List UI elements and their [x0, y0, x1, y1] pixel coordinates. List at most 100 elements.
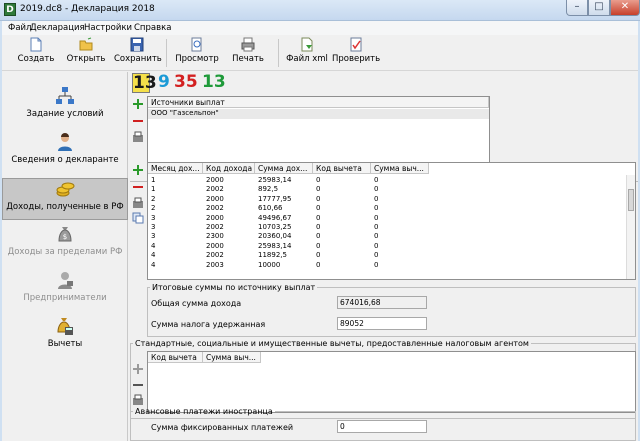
table-cell: 2002	[206, 223, 224, 231]
check-button[interactable]: Проверить	[332, 37, 380, 69]
add-income-icon[interactable]	[132, 164, 144, 176]
table-row[interactable]: 4 2002 11892,5 0 0	[148, 251, 624, 260]
copy-income-icon[interactable]	[132, 212, 144, 224]
conditions-tree-icon	[56, 87, 74, 104]
table-row[interactable]: 4 2000 25983,14 0 0	[148, 242, 624, 251]
open-button[interactable]: Открыть	[66, 37, 106, 69]
table-row[interactable]: 3 2002 10703,25 0 0	[148, 223, 624, 232]
sidebar-item-label: Доходы за пределами РФ	[7, 247, 123, 257]
add-deduction-icon[interactable]	[132, 363, 144, 375]
sidebar-item-entrepreneurs[interactable]: Предприниматели	[2, 270, 128, 312]
fixed-payments-field[interactable]: 0	[337, 420, 427, 433]
preview-button-label: Просмотр	[175, 54, 219, 64]
rate-tab-13[interactable]: 13	[132, 73, 157, 93]
add-source-icon[interactable]	[132, 98, 144, 110]
open-button-label: Открыть	[66, 54, 106, 64]
entrepreneur-icon	[58, 272, 73, 289]
table-row[interactable]: 1 2000 25983,14 0 0	[148, 176, 624, 185]
table-row[interactable]: 1 2002 892,5 0 0	[148, 185, 624, 194]
remove-deduction-icon[interactable]	[132, 379, 144, 391]
menu-settings[interactable]: Настройки	[84, 23, 132, 33]
menu-help[interactable]: Справка	[134, 23, 171, 33]
toolbar-separator	[278, 39, 279, 67]
col-deduction-amount[interactable]: Сумма выч...	[371, 163, 429, 174]
save-button[interactable]: Сохранить	[114, 37, 162, 69]
table-cell: 0	[316, 251, 321, 260]
close-button[interactable]: ✕	[610, 0, 640, 16]
scrollbar-thumb[interactable]	[628, 189, 634, 211]
table-cell: 892,5	[258, 185, 279, 194]
col-income-month[interactable]: Месяц дох...	[148, 163, 203, 174]
tax-withheld-field[interactable]: 89052	[337, 317, 427, 330]
edit-income-icon[interactable]	[132, 197, 144, 209]
table-cell: 0	[316, 223, 321, 231]
remove-source-icon[interactable]	[132, 115, 144, 127]
deductions-legend: Стандартные, социальные и имущественные …	[135, 339, 529, 348]
advance-payments-legend: Авансовые платежи иностранца	[135, 407, 273, 416]
toolbar-separator	[166, 39, 167, 67]
table-cell: 2000	[206, 241, 224, 250]
check-button-label: Проверить	[332, 54, 381, 64]
sidebar-item-label: Сведения о декларанте	[11, 155, 119, 165]
rate-tab-9[interactable]: 9	[158, 73, 170, 91]
table-cell: 2003	[206, 260, 224, 269]
menu-file[interactable]: Файл	[8, 23, 31, 33]
save-disk-icon	[130, 37, 144, 52]
rate-tab-35[interactable]: 35	[174, 73, 198, 91]
table-cell: 0	[374, 185, 379, 194]
minimize-button[interactable]: –	[566, 0, 588, 16]
table-row[interactable]: 4 2003 10000 0 0	[148, 261, 624, 270]
table-cell: 0	[316, 213, 321, 222]
table-cell: 0	[374, 223, 379, 231]
col-income-amount[interactable]: Сумма дох...	[255, 163, 313, 174]
create-button[interactable]: Создать	[16, 37, 56, 69]
table-row[interactable]: 3 2000 49496,67 0 0	[148, 214, 624, 223]
preview-button[interactable]: Просмотр	[174, 37, 220, 69]
menu-declaration[interactable]: Декларация	[30, 23, 85, 33]
table-cell: 2002	[206, 185, 224, 194]
source-row[interactable]: ООО "Газсельпон"	[148, 109, 489, 119]
table-cell: 610,66	[258, 204, 283, 213]
remove-income-icon[interactable]	[132, 181, 144, 193]
table-cell: 10703,25	[258, 223, 292, 231]
table-cell: 0	[316, 241, 321, 250]
table-cell: 2000	[206, 194, 224, 203]
table-cell: 1	[151, 185, 156, 194]
print-button[interactable]: Печать	[228, 37, 268, 69]
svg-text:$: $	[63, 233, 67, 241]
edit-deduction-icon[interactable]	[132, 394, 144, 406]
check-icon	[350, 37, 362, 52]
sidebar-item-conditions[interactable]: Задание условий	[2, 86, 128, 128]
col-deduction-amount[interactable]: Сумма выч...	[203, 352, 261, 363]
fixed-payments-label: Сумма фиксированных платежей	[151, 423, 294, 432]
maximize-button[interactable]: □	[588, 0, 610, 16]
table-cell: 0	[374, 204, 379, 213]
table-cell: 25983,14	[258, 241, 292, 250]
xml-file-icon	[301, 37, 313, 52]
title-bar[interactable]: D 2019.dc8 - Декларация 2018 – □ ✕	[0, 0, 640, 21]
table-cell: 0	[316, 260, 321, 269]
col-income-code[interactable]: Код дохода	[203, 163, 255, 174]
income-vertical-scrollbar[interactable]	[626, 175, 635, 279]
table-cell: 4	[151, 260, 156, 269]
sources-header: Источники выплат	[148, 97, 489, 108]
col-deduction-code[interactable]: Код вычета	[313, 163, 371, 174]
xml-file-button[interactable]: Файл xml	[286, 37, 328, 69]
menu-bar: Файл Декларация Настройки Справка	[2, 21, 638, 35]
table-row[interactable]: 2 2002 610,66 0 0	[148, 204, 624, 213]
table-cell: 4	[151, 251, 156, 260]
table-cell: 3	[151, 223, 156, 231]
rate-tab-13-resident[interactable]: 13	[202, 73, 226, 91]
table-cell: 1	[151, 176, 156, 184]
table-cell: 0	[374, 232, 379, 241]
sidebar-item-income-rf[interactable]: Доходы, полученные в РФ	[2, 178, 128, 220]
edit-source-icon[interactable]	[132, 131, 144, 143]
sidebar-item-income-abroad[interactable]: $ Доходы за пределами РФ	[2, 224, 128, 266]
col-deduction-code[interactable]: Код вычета	[148, 352, 203, 363]
rate-tab-label: 13	[133, 73, 157, 93]
sidebar-item-deductions[interactable]: Вычеты	[2, 316, 128, 358]
table-row[interactable]: 2 2000 17777,95 0 0	[148, 195, 624, 204]
sidebar-item-declarant[interactable]: Сведения о декларанте	[2, 132, 128, 174]
sidebar: Задание условий Сведения о декларанте До…	[2, 72, 128, 441]
table-row[interactable]: 3 2300 20360,04 0 0	[148, 232, 624, 241]
